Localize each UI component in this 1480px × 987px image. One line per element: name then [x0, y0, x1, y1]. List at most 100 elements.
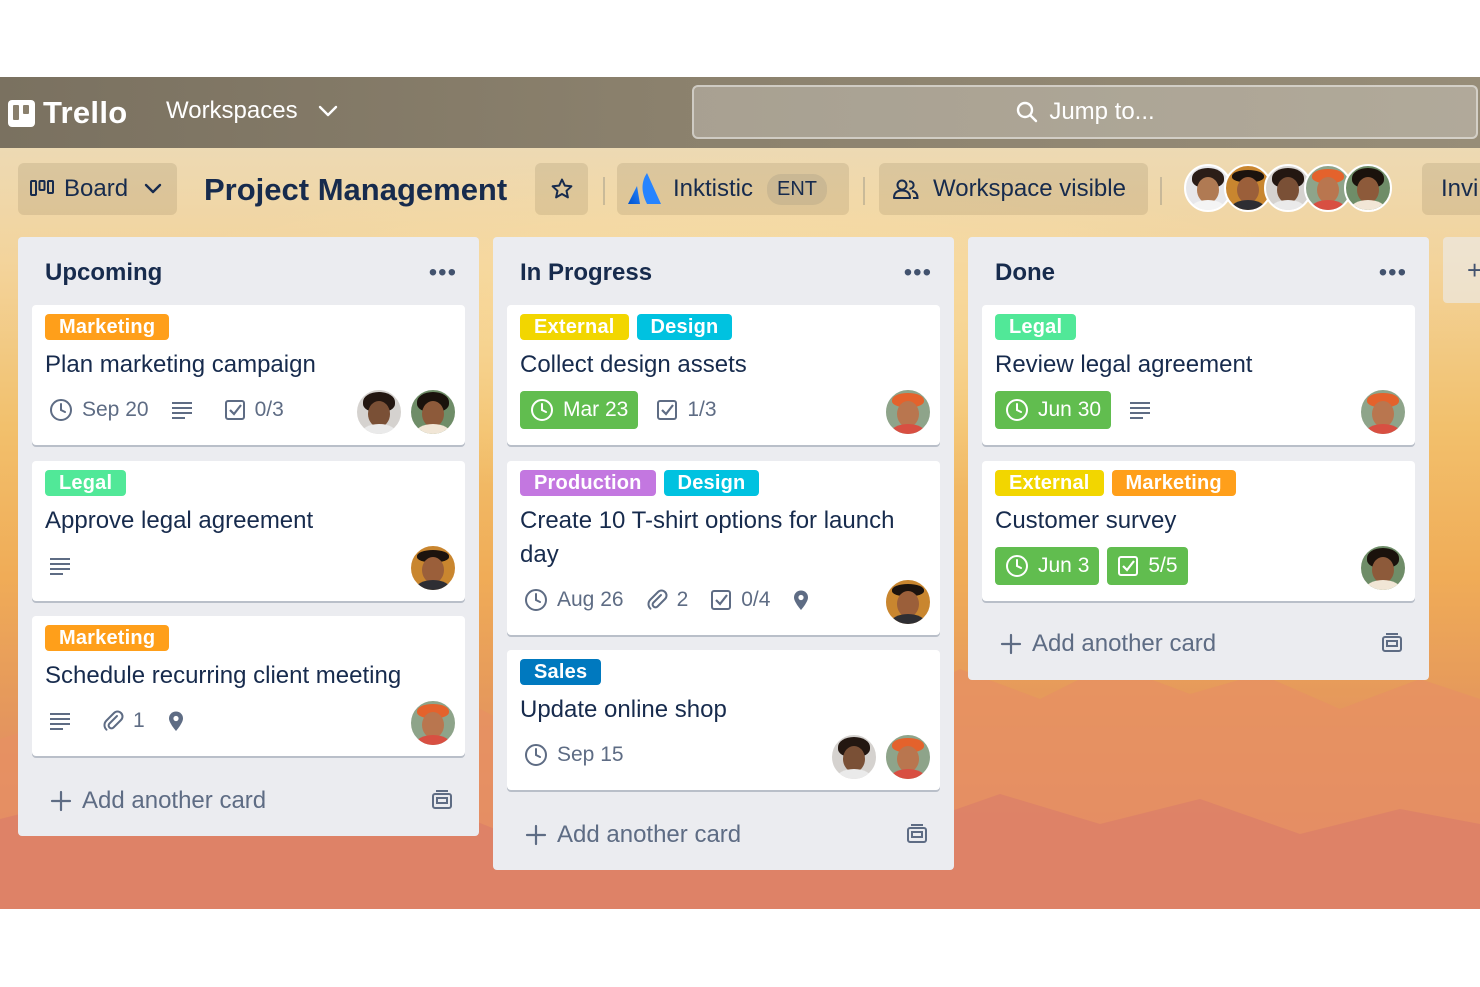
card[interactable]: External Design Collect design assets Ma…	[507, 305, 940, 445]
add-card-button[interactable]: Add another card	[525, 821, 741, 849]
list-title[interactable]: In Progress	[520, 259, 652, 287]
card[interactable]: Legal Approve legal agreement	[32, 461, 465, 601]
checklist-badge: 0/3	[224, 391, 284, 429]
checklist-count: 0/3	[254, 398, 284, 421]
add-list-button[interactable]: +	[1443, 237, 1480, 303]
more-icon[interactable]: •••	[904, 259, 932, 287]
people-icon	[893, 179, 919, 199]
list-in-progress: In Progress ••• External Design Collect …	[493, 237, 954, 870]
jump-to-search[interactable]: Jump to...	[692, 85, 1478, 139]
checklist-icon	[657, 400, 678, 420]
attachment-badge: 1	[102, 702, 145, 740]
description-icon	[171, 391, 202, 429]
template-icon[interactable]	[1381, 633, 1403, 655]
list-title[interactable]: Upcoming	[45, 259, 162, 287]
visibility-label: Workspace visible	[933, 175, 1126, 202]
due-date-badge[interactable]: Aug 26	[524, 581, 624, 619]
avatar[interactable]	[409, 699, 457, 747]
card-title: Schedule recurring client meeting	[45, 662, 402, 689]
board-members[interactable]	[1184, 164, 1392, 212]
add-card-button[interactable]: Add another card	[1000, 630, 1216, 658]
card-label[interactable]: Marketing	[45, 314, 170, 340]
invite-button[interactable]: Invi	[1422, 163, 1480, 215]
due-date: Mar 23	[563, 398, 629, 421]
list-title[interactable]: Done	[995, 259, 1055, 287]
star-icon	[551, 178, 572, 199]
card[interactable]: Sales Update online shop Sep 15	[507, 650, 940, 790]
atlassian-icon	[628, 173, 661, 204]
header-divider	[603, 177, 605, 205]
visibility-button[interactable]: Workspace visible	[879, 163, 1148, 215]
card-label[interactable]: Design	[636, 314, 733, 340]
card-label[interactable]: Sales	[520, 659, 602, 685]
due-date: Jun 30	[1038, 398, 1102, 421]
card-title: Create 10 T-shirt options for launch day	[520, 507, 895, 568]
avatar[interactable]	[1359, 544, 1407, 592]
chevron-down-icon	[318, 105, 337, 117]
avatar[interactable]	[830, 733, 878, 781]
workspace-button[interactable]: Inktistic ENT	[617, 163, 849, 215]
avatar[interactable]	[884, 578, 932, 626]
due-date-badge[interactable]: Jun 30	[995, 391, 1112, 429]
header-divider	[863, 177, 865, 205]
add-card-button[interactable]: Add another card	[50, 787, 266, 815]
card-label[interactable]: Design	[663, 470, 760, 496]
avatar[interactable]	[409, 388, 457, 436]
header-divider	[1160, 177, 1162, 205]
card-label[interactable]: External	[520, 314, 629, 340]
card-label[interactable]: External	[995, 470, 1104, 496]
card-title: Update online shop	[520, 696, 727, 723]
attachment-count: 2	[676, 588, 689, 611]
due-date-badge[interactable]: Sep 20	[49, 391, 149, 429]
card[interactable]: Legal Review legal agreement Jun 30	[982, 305, 1415, 445]
card-label[interactable]: Production	[520, 470, 656, 496]
workspace-name: Inktistic	[673, 175, 754, 202]
template-icon[interactable]	[906, 824, 928, 846]
due-date-badge[interactable]: Sep 15	[524, 736, 624, 774]
trello-logo-icon	[8, 99, 35, 127]
avatar[interactable]	[355, 388, 403, 436]
plus-icon	[50, 790, 72, 812]
card-label[interactable]: Legal	[995, 314, 1077, 340]
checklist-badge: 0/4	[710, 581, 770, 619]
top-navigation: Trello Workspaces Jump to...	[0, 77, 1480, 148]
due-date-badge[interactable]: Mar 23	[520, 391, 639, 429]
checklist-badge: 5/5	[1107, 547, 1188, 585]
avatar[interactable]	[1359, 388, 1407, 436]
due-date: Jun 3	[1038, 554, 1090, 577]
checklist-badge: 1/3	[656, 391, 717, 429]
board-view-switcher[interactable]: Board	[18, 163, 177, 215]
card-label[interactable]: Marketing	[1111, 470, 1236, 496]
location-icon	[792, 581, 819, 619]
due-date-badge[interactable]: Jun 3	[995, 547, 1100, 585]
card-title: Review legal agreement	[995, 351, 1253, 378]
card-label[interactable]: Marketing	[45, 625, 170, 651]
invite-label: Invi	[1441, 175, 1479, 202]
card-title: Collect design assets	[520, 351, 747, 378]
description-icon	[1129, 391, 1160, 429]
template-icon[interactable]	[431, 790, 453, 812]
board-view-label: Board	[64, 175, 129, 202]
avatar[interactable]	[1344, 164, 1392, 212]
avatar[interactable]	[884, 388, 932, 436]
enterprise-badge: ENT	[767, 173, 828, 205]
workspaces-menu[interactable]: Workspaces	[166, 97, 338, 125]
star-board-button[interactable]	[535, 163, 588, 215]
more-icon[interactable]: •••	[429, 259, 457, 287]
checklist-count: 5/5	[1148, 554, 1178, 577]
card-title: Plan marketing campaign	[45, 351, 316, 378]
attachment-icon	[103, 710, 124, 731]
avatar[interactable]	[884, 733, 932, 781]
avatar[interactable]	[409, 544, 457, 592]
card[interactable]: External Marketing Customer survey Jun 3…	[982, 461, 1415, 601]
trello-logo[interactable]: Trello	[8, 95, 128, 131]
card-label[interactable]: Legal	[45, 470, 127, 496]
clock-icon	[531, 399, 553, 421]
card[interactable]: Marketing Schedule recurring client meet…	[32, 616, 465, 756]
card-title: Customer survey	[995, 507, 1177, 534]
more-icon[interactable]: •••	[1379, 259, 1407, 287]
card[interactable]: Production Design Create 10 T-shirt opti…	[507, 461, 940, 635]
attachment-icon	[647, 589, 668, 610]
board-title[interactable]: Project Management	[204, 172, 507, 208]
card[interactable]: Marketing Plan marketing campaign Sep 20…	[32, 305, 465, 445]
